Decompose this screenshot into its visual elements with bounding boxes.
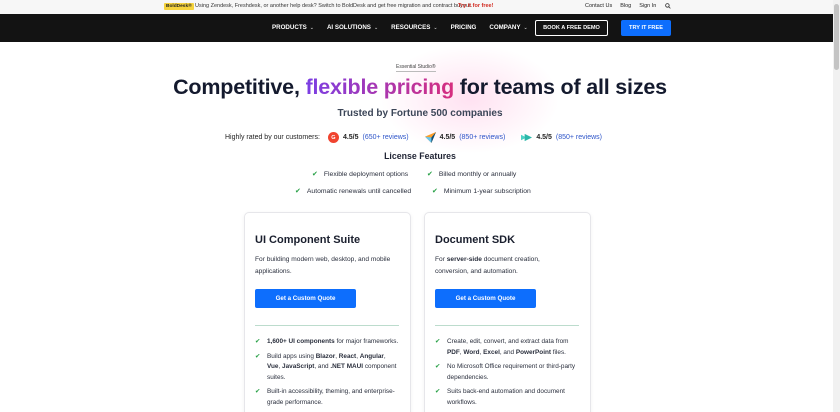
headline-highlight: flexible pricing bbox=[305, 75, 455, 99]
check-icon: ✔ bbox=[295, 188, 301, 195]
try-free-link[interactable]: Try it for free! bbox=[458, 3, 493, 9]
feature-item: ✔ Flexible deployment options bbox=[312, 170, 409, 179]
rating-capterra[interactable]: 4.5/5 (850+ reviews) bbox=[424, 132, 505, 143]
blog-link[interactable]: Blog bbox=[620, 3, 631, 9]
card-title: Document SDK bbox=[435, 234, 516, 246]
main-nav: PRODUCTS ⌄ AI SOLUTIONS ⌄ RESOURCES ⌄ PRICI… bbox=[0, 14, 840, 42]
chevron-down-icon: ⌄ bbox=[309, 24, 314, 31]
ratings-row: Highly rated by our customers: G 4.5/5 (6… bbox=[225, 132, 618, 143]
document-sdk-card: Document SDK For server-side document cr… bbox=[424, 212, 591, 412]
list-item: ✔ Create, edit, convert, and extract data… bbox=[435, 338, 569, 356]
check-icon: ✔ bbox=[432, 188, 438, 195]
check-icon: ✔ bbox=[255, 352, 261, 360]
card-title: UI Component Suite bbox=[255, 234, 361, 246]
top-links: Contact Us Blog Sign In bbox=[585, 3, 656, 9]
get-custom-quote-button[interactable]: Get a Custom Quote bbox=[255, 289, 356, 308]
bolddesk-tag: BoldDesk® bbox=[164, 3, 194, 10]
chevron-down-icon: ⌄ bbox=[523, 24, 528, 31]
card-feature-list: ✔ 1,600+ UI components for major framewor… bbox=[255, 337, 400, 412]
get-custom-quote-button[interactable]: Get a Custom Quote bbox=[435, 289, 536, 308]
feature-item: ✔ Minimum 1-year subscription bbox=[432, 187, 531, 196]
card-description: For server-side document creation, conve… bbox=[435, 256, 540, 275]
feature-item: ✔ Automatic renewals until cancelled bbox=[295, 187, 412, 196]
g2-icon: G bbox=[327, 132, 339, 143]
ratings-label: Highly rated by our customers: bbox=[225, 134, 320, 141]
license-features-title: License Features bbox=[384, 151, 456, 161]
check-icon: ✔ bbox=[255, 388, 261, 395]
card-divider bbox=[255, 325, 399, 326]
nav-item-products[interactable]: PRODUCTS ⌄ bbox=[272, 24, 314, 31]
search-icon[interactable] bbox=[665, 3, 671, 9]
chevron-down-icon: ⌄ bbox=[373, 24, 379, 31]
check-icon: ✔ bbox=[427, 171, 433, 178]
check-icon: ✔ bbox=[435, 338, 441, 345]
list-item: ✔ Suits back-end automation and document … bbox=[435, 388, 565, 406]
check-icon: ✔ bbox=[435, 363, 441, 370]
list-item: ✔ Built-in accessibility, theming, and en… bbox=[255, 388, 395, 406]
list-item: ✔ 1,600+ UI components for major framewor… bbox=[255, 337, 400, 348]
check-icon: ✔ bbox=[312, 171, 318, 178]
try-it-free-button[interactable]: TRY IT FREE bbox=[621, 20, 671, 36]
contact-us-link[interactable]: Contact Us bbox=[585, 3, 612, 9]
nav-item-company[interactable]: COMPANY ⌄ bbox=[489, 24, 527, 31]
book-demo-button[interactable]: BOOK A FREE DEMO bbox=[535, 20, 608, 36]
card-divider bbox=[435, 325, 579, 326]
nav-item-pricing[interactable]: PRICING bbox=[451, 24, 477, 31]
sign-in-link[interactable]: Sign In bbox=[639, 3, 656, 9]
card-feature-list: ✔ Create, edit, convert, and extract data… bbox=[435, 337, 580, 412]
trusted-subtitle: Trusted by Fortune 500 companies bbox=[337, 108, 503, 119]
nav-item-resources[interactable]: RESOURCES ⌄ bbox=[391, 24, 437, 31]
card-description: For building modern web, desktop, and mo… bbox=[255, 256, 391, 275]
chevron-down-icon: ⌄ bbox=[433, 24, 438, 31]
check-icon: ✔ bbox=[435, 388, 441, 395]
capterra-icon bbox=[424, 132, 436, 143]
page-title: Competitive, flexible pricing for teams … bbox=[173, 75, 667, 99]
announcement-message: Using Zendesk, Freshdesk, or another hel… bbox=[195, 3, 472, 9]
list-item: ✔ Build apps using Blazor, React, Angular… bbox=[255, 352, 397, 381]
list-item: ✔ No Microsoft Office requirement or thir… bbox=[435, 363, 576, 381]
page-scrollbar[interactable] bbox=[833, 0, 840, 412]
nav-item-ai-solutions[interactable]: AI SOLUTIONS ⌄ bbox=[327, 24, 378, 31]
announcement-bar: BoldDesk® Using Zendesk, Freshdesk, or a… bbox=[0, 0, 840, 14]
nav-menu: PRODUCTS ⌄ AI SOLUTIONS ⌄ RESOURCES ⌄ PRICI… bbox=[272, 24, 541, 31]
getapp-icon bbox=[521, 133, 533, 142]
check-icon: ✔ bbox=[255, 338, 261, 345]
scrollbar-thumb[interactable] bbox=[834, 4, 839, 70]
essential-studio-badge: Essential Studio® bbox=[396, 64, 436, 72]
rating-getapp[interactable]: 4.5/5 (850+ reviews) bbox=[521, 132, 602, 143]
ui-component-suite-card: UI Component Suite For building modern w… bbox=[244, 212, 411, 412]
feature-item: ✔ Billed monthly or annually bbox=[427, 170, 517, 179]
rating-g2[interactable]: G 4.5/5 (650+ reviews) bbox=[327, 132, 409, 143]
